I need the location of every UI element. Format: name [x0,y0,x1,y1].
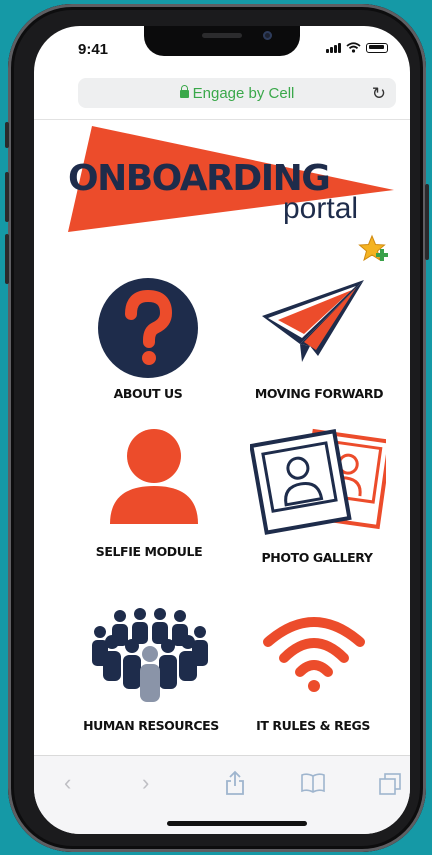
crowd-icon [92,608,208,702]
mute-switch [5,122,9,148]
about-us-label[interactable]: ABOUT US [68,386,228,401]
tabs-icon[interactable] [378,772,402,796]
human-resources-label[interactable]: HUMAN RESOURCES [66,718,236,733]
signal-icon [326,42,341,53]
status-time: 9:41 [78,41,109,58]
selfie-module-label[interactable]: SELFIE MODULE [74,544,224,559]
lock-icon [179,85,189,98]
about-us-tile[interactable] [96,276,200,380]
volume-down-button [5,234,9,284]
address-bar[interactable]: Engage by Cell ↻ [78,78,396,108]
question-mark-icon [98,278,198,378]
it-rules-label[interactable]: IT RULES & REGS [238,718,388,733]
share-icon[interactable] [224,770,246,796]
volume-up-button [5,172,9,222]
it-rules-tile[interactable] [262,608,366,692]
url-text: Engage by Cell [192,85,295,102]
photo-frames-icon [249,428,393,535]
forward-icon[interactable]: › [142,770,149,796]
back-icon[interactable]: ‹ [64,770,71,796]
front-camera [263,31,272,40]
notch [144,26,300,56]
address-bar-content: Engage by Cell [78,85,396,102]
paper-plane-icon [262,280,364,362]
power-button [425,184,429,260]
selfie-module-tile[interactable] [108,428,200,524]
human-resources-tile[interactable] [90,606,210,702]
onboarding-logo: ONBOARDING portal [66,126,398,256]
phone-frame: 9:41 Engage by Cell ↻ ONBOARDING portal … [5,4,429,852]
status-icons [326,42,388,53]
browser-divider [34,119,410,120]
reload-icon[interactable]: ↻ [372,84,386,104]
phone-screen: 9:41 Engage by Cell ↻ ONBOARDING portal … [34,26,410,834]
bookmarks-icon[interactable] [300,772,326,794]
photo-gallery-tile[interactable] [249,428,393,536]
logo-subtitle: portal [283,192,359,225]
person-icon [110,429,198,524]
photo-gallery-label[interactable]: PHOTO GALLERY [242,550,392,565]
wifi-status-icon [346,42,361,53]
favorite-star-icon[interactable] [358,234,390,266]
wifi-icon [263,617,365,692]
browser-toolbar: ‹ › [34,755,410,834]
moving-forward-tile[interactable] [256,276,366,372]
speaker-grille [202,33,242,38]
home-indicator[interactable] [167,821,307,826]
moving-forward-label[interactable]: MOVING FORWARD [234,386,404,401]
battery-icon [366,42,388,53]
